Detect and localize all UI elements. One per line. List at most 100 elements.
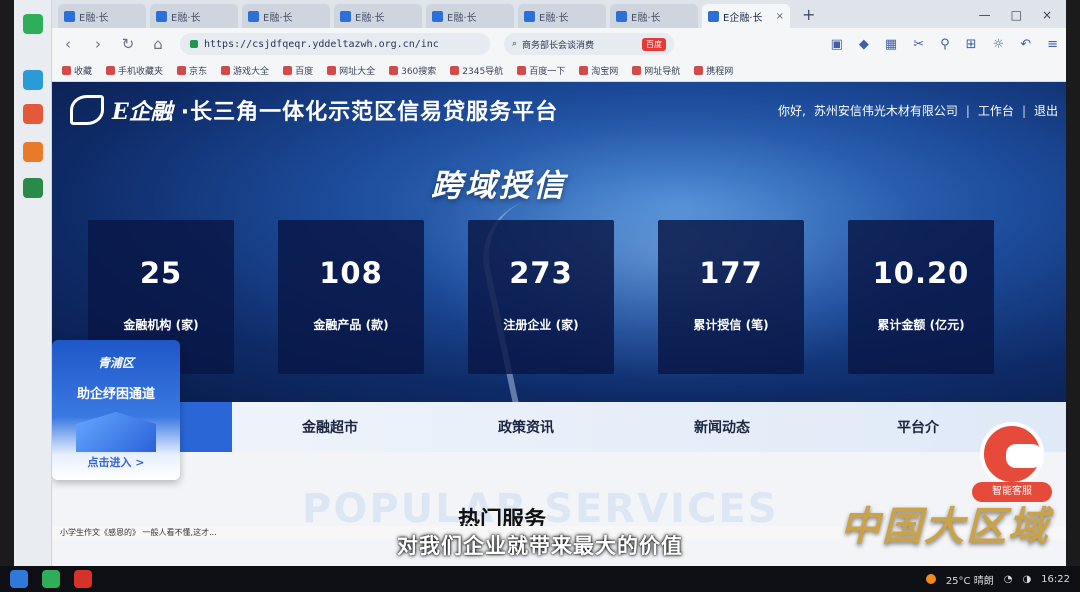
bookmark-item[interactable]: 2345导航	[450, 64, 503, 77]
bookmark-icon	[389, 66, 399, 75]
forward-icon[interactable]: ›	[90, 35, 106, 53]
promo-enter-link[interactable]: 点击进入 >	[52, 454, 180, 470]
system-tray: 25°C 晴朗 ◔ ◑ 16:22	[925, 572, 1070, 587]
minimize-icon[interactable]: —	[979, 8, 991, 22]
bookmark-icon	[579, 66, 589, 75]
close-window-icon[interactable]: ×	[1042, 8, 1052, 22]
home-icon[interactable]: ⌂	[150, 35, 166, 53]
app-dock-icon[interactable]	[23, 104, 43, 124]
stat-label: 金融产品 (款)	[313, 318, 389, 332]
clock[interactable]: 16:22	[1041, 574, 1070, 585]
bookmark-item[interactable]: 网址大全	[327, 64, 375, 77]
promo-title: 助企纾困通道	[76, 387, 155, 402]
new-tab-icon[interactable]: +	[802, 5, 815, 24]
shield-icon[interactable]: ◆	[859, 37, 869, 52]
browser-tab[interactable]: E融·长	[242, 4, 330, 28]
bookmark-item[interactable]: 游戏大全	[221, 64, 269, 77]
extension-icon[interactable]: ▣	[831, 37, 843, 52]
hero-heading: 跨域授信	[431, 168, 567, 204]
volume-icon[interactable]: ◑	[1022, 574, 1031, 585]
weather-text: 25°C 晴朗	[945, 575, 994, 587]
workbench-link[interactable]: 工作台	[978, 102, 1014, 119]
stat-value: 108	[319, 256, 383, 290]
promo-region: 青浦区	[97, 356, 134, 370]
bookmark-item[interactable]: 百度一下	[517, 64, 565, 77]
user-bar: 你好, 苏州安信伟光木材有限公司 | 工作台 | 退出	[778, 102, 1058, 119]
bookmarks-bar: 收藏 手机收藏夹 京东 游戏大全 百度 网址大全 360搜索 2345导航 百度…	[52, 60, 1066, 82]
web-page: E企融 ·长三角一体化示范区信易贷服务平台 你好, 苏州安信伟光木材有限公司 |…	[52, 82, 1066, 540]
browser-tab-active[interactable]: E企融·长 ×	[702, 4, 790, 28]
settings-icon[interactable]: ☼	[993, 37, 1005, 52]
grid-icon[interactable]: ▦	[885, 37, 897, 52]
left-dock	[14, 0, 52, 566]
chatbot-button[interactable]: 智能客服	[972, 422, 1052, 502]
bookmark-icon	[517, 66, 527, 75]
browser-tab[interactable]: E融·长	[426, 4, 514, 28]
site-logo[interactable]: E企融 ·长三角一体化示范区信易贷服务平台	[70, 94, 558, 126]
video-subtitle: 对我们企业就带来最大的价值	[397, 534, 683, 558]
app-dock-icon[interactable]	[23, 178, 43, 198]
bookmark-icon	[632, 66, 642, 75]
browser-tab[interactable]: E融·长	[334, 4, 422, 28]
bookmark-item[interactable]: 百度	[283, 64, 313, 77]
star-icon	[62, 66, 71, 75]
zoom-icon[interactable]: ⚲	[940, 37, 950, 52]
browser-tab[interactable]: E融·长	[610, 4, 698, 28]
tab-favicon-icon	[248, 10, 259, 22]
bookmark-item[interactable]: 网址导航	[632, 64, 680, 77]
taskbar: 25°C 晴朗 ◔ ◑ 16:22	[0, 566, 1080, 592]
hero-banner: E企融 ·长三角一体化示范区信易贷服务平台 你好, 苏州安信伟光木材有限公司 |…	[52, 82, 1066, 402]
browser-tab[interactable]: E融·长	[150, 4, 238, 28]
bookmark-item[interactable]: 360搜索	[389, 64, 436, 77]
robot-icon	[980, 422, 1044, 486]
network-icon[interactable]: ◔	[1004, 574, 1013, 585]
app-dock-icon[interactable]	[23, 142, 43, 162]
browser-tab[interactable]: E融·长	[58, 4, 146, 28]
bookmark-icon	[106, 66, 116, 75]
back-icon[interactable]: ‹	[60, 35, 76, 53]
stat-label: 注册企业 (家)	[503, 318, 579, 332]
app-dock-icon[interactable]	[23, 70, 43, 90]
scissors-icon[interactable]: ✂	[913, 37, 924, 52]
search-input[interactable]: ⌕ 商务部长会谈消费 百度	[504, 33, 674, 55]
browser-task-icon[interactable]	[42, 570, 60, 588]
stat-card: 273 注册企业 (家)	[468, 220, 614, 374]
nav-policy-news[interactable]: 政策资讯	[428, 417, 624, 437]
search-engine-badge[interactable]: 百度	[642, 37, 666, 51]
window-controls: — □ ×	[979, 8, 1066, 28]
tab-favicon-icon	[64, 10, 75, 22]
browser-dock-icon[interactable]	[23, 14, 43, 34]
weather-icon	[925, 574, 936, 584]
bookmark-item[interactable]: 携程网	[694, 64, 733, 77]
bookmark-item[interactable]: 收藏	[62, 64, 92, 77]
office-task-icon[interactable]	[74, 570, 92, 588]
close-tab-icon[interactable]: ×	[776, 11, 784, 22]
toolbar-icons: ▣ ◆ ▦ ✂ ⚲ ⊞ ☼ ↶ ≡	[831, 37, 1058, 52]
maximize-icon[interactable]: □	[1011, 8, 1022, 22]
browser-tab[interactable]: E融·长	[518, 4, 606, 28]
nav-financial-market[interactable]: 金融超市	[232, 417, 428, 437]
refresh-icon[interactable]: ↻	[120, 35, 136, 53]
undo-icon[interactable]: ↶	[1020, 37, 1031, 52]
bookmark-item[interactable]: 淘宝网	[579, 64, 618, 77]
site-title: ·长三角一体化示范区信易贷服务平台	[180, 100, 559, 125]
start-icon[interactable]	[10, 570, 28, 588]
menu-icon[interactable]: ≡	[1047, 37, 1058, 52]
bookmark-item[interactable]: 京东	[177, 64, 207, 77]
bookmark-icon	[283, 66, 293, 75]
main-nav: 金融超市 政策资讯 新闻动态 平台介	[52, 402, 1066, 452]
bookmark-item[interactable]: 手机收藏夹	[106, 64, 163, 77]
promo-card[interactable]: 青浦区 助企纾困通道 点击进入 >	[52, 340, 180, 480]
logout-link[interactable]: 退出	[1034, 102, 1058, 119]
browser-window: E融·长 E融·长 E融·长 E融·长 E融·长 E融·长 E融·长 E企融·长…	[14, 0, 1066, 566]
promo-house-icon	[76, 412, 156, 452]
tab-strip: E融·长 E融·长 E融·长 E融·长 E融·长 E融·长 E融·长 E企融·长…	[52, 0, 1066, 28]
apps-icon[interactable]: ⊞	[966, 37, 977, 52]
url-input[interactable]: https://csjdfqeqr.yddeltazwh.org.cn/inc	[180, 33, 490, 55]
divider: |	[965, 103, 970, 118]
nav-news[interactable]: 新闻动态	[624, 417, 820, 437]
tab-favicon-icon	[340, 10, 351, 22]
bookmark-icon	[327, 66, 337, 75]
address-bar: ‹ › ↻ ⌂ https://csjdfqeqr.yddeltazwh.org…	[52, 28, 1066, 60]
bookmark-icon	[221, 66, 231, 75]
